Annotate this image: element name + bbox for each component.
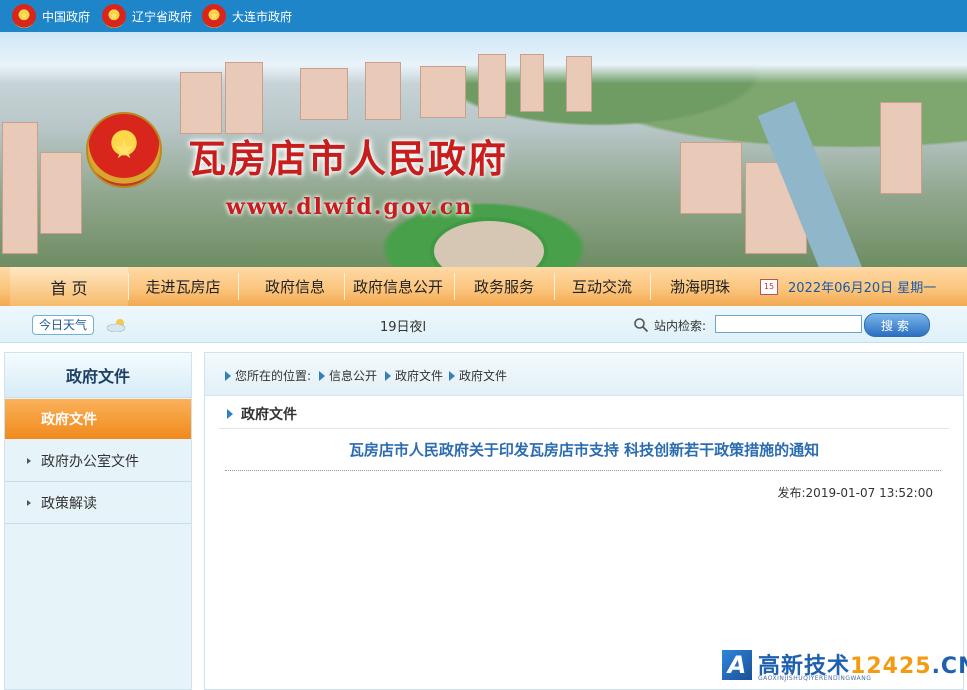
sidebar-heading: 政府文件 [5,353,191,398]
section-title-label: 政府文件 [241,407,297,423]
nav-divider [238,273,239,300]
weather-text: 19日夜l [380,320,427,335]
breadcrumb-prefix: 您所在的位置: [225,367,311,384]
national-emblem-icon: ★ [102,4,126,28]
national-emblem-icon: ★ [12,4,36,28]
breadcrumb-item[interactable]: 信息公开 [319,367,377,384]
section-title: 政府文件 [227,404,297,424]
banner-building [680,142,742,214]
banner-building [880,102,922,194]
top-link-label: 辽宁省政府 [132,9,193,24]
top-bar: ★ 中国政府 ★ 辽宁省政府 ★ 大连市政府 [0,0,967,32]
header-banner: ★ 瓦房店市人民政府 www.dlwfd.gov.cn [0,32,967,267]
weather-button[interactable]: 今日天气 [32,315,95,335]
banner-building [300,68,348,120]
search-icon [634,318,649,333]
breadcrumb-label: 信息公开 [329,369,378,383]
nav-gov-services[interactable]: 政务服务 [454,267,554,306]
date-display: 15 2022年06月20日 星期一 [760,267,936,306]
arrow-right-icon [449,370,455,381]
banner-building [566,56,592,112]
publish-date: 发布:2019-01-07 13:52:00 [777,486,934,500]
date-text: 2022年06月20日 星期一 [788,281,937,296]
nav-interaction[interactable]: 互动交流 [554,267,650,306]
arrow-right-icon [225,370,231,381]
search-button[interactable]: 搜索 [864,313,930,337]
bullet-icon [27,458,31,464]
nav-gov-info[interactable]: 政府信息 [240,267,350,306]
main-content: 您所在的位置: 信息公开 政府文件 政府文件 政府文件 瓦房店市人民政府关于印发… [204,352,964,690]
breadcrumb-prefix-label: 您所在的位置: [235,369,312,383]
search-input[interactable] [715,315,862,333]
banner-building [478,54,506,118]
banner-building [225,62,263,134]
banner-building [520,54,544,112]
top-link-dalian-gov[interactable]: ★ 大连市政府 [202,0,292,32]
watermark-logo: A [722,650,752,680]
document-title: 瓦房店市人民政府关于印发瓦房店市支持 科技创新若干政策措施的通知 [348,441,820,459]
nav-divider [344,273,345,300]
nav-home[interactable]: 首 页 [10,267,128,306]
sidebar-item-gov-documents[interactable]: 政府文件 [5,399,191,439]
banner-plaza [430,217,548,267]
banner-building [180,72,222,134]
breadcrumb-item[interactable]: 政府文件 [449,367,507,384]
breadcrumb-item[interactable]: 政府文件 [385,367,443,384]
title-divider [225,470,941,471]
watermark-domain: .CN [931,654,967,679]
sidebar-item-label: 政府办公室文件 [41,454,139,470]
banner-building [420,66,466,118]
section-divider [219,428,949,429]
calendar-icon: 15 [760,278,778,295]
banner-building [40,152,82,234]
breadcrumb: 您所在的位置: 信息公开 政府文件 政府文件 [205,353,963,396]
site-watermark: A 高新技术12425.CN GAOXINJISHUQIYERENDINGWAN… [722,648,967,688]
main-nav: 首 页 走进瓦房店 政府信息 政府信息公开 政务服务 互动交流 渤海明珠 15 … [0,267,967,306]
government-emblem-icon: ★ [86,112,162,188]
nav-bohai-pearl[interactable]: 渤海明珠 [650,267,750,306]
breadcrumb-label: 政府文件 [395,369,444,383]
sidebar-item-office-documents[interactable]: 政府办公室文件 [5,441,191,482]
sidebar: 政府文件 政府文件 政府办公室文件 政策解读 [4,352,192,690]
cloud-sun-icon [106,319,126,332]
sidebar-item-label: 政策解读 [41,496,97,512]
site-url: www.dlwfd.gov.cn [226,194,474,220]
banner-building [365,62,401,120]
top-link-china-gov[interactable]: ★ 中国政府 [12,0,90,32]
search-label: 站内检索: [654,319,707,333]
top-link-label: 中国政府 [42,9,91,24]
watermark-subtext: GAOXINJISHUQIYERENDINGWANG [758,675,872,682]
top-link-liaoning-gov[interactable]: ★ 辽宁省政府 [102,0,192,32]
arrow-right-icon [319,370,325,381]
site-title: 瓦房店市人民政府 [188,136,509,181]
nav-gov-info-public[interactable]: 政府信息公开 [346,267,450,306]
bullet-icon [27,500,31,506]
top-link-label: 大连市政府 [232,9,293,24]
sidebar-item-policy-interpretation[interactable]: 政策解读 [5,483,191,524]
arrow-right-icon [385,370,391,381]
banner-building [2,122,38,254]
arrow-right-icon [227,409,233,419]
national-emblem-icon: ★ [202,4,226,28]
nav-about-wafangdian[interactable]: 走进瓦房店 [128,267,238,306]
breadcrumb-label: 政府文件 [459,369,508,383]
